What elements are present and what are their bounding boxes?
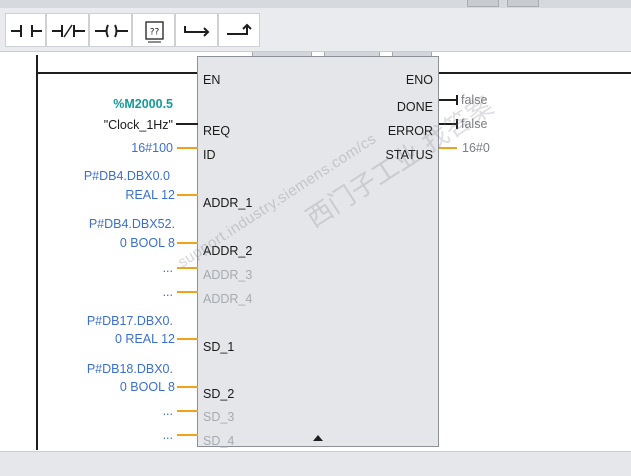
bottom-status-bar: [0, 451, 631, 476]
normally-open-contact-button[interactable]: [5, 13, 46, 47]
pin-en: EN: [203, 73, 221, 87]
open-branch-button[interactable]: [175, 13, 218, 47]
id-wire: [177, 147, 198, 149]
status-value[interactable]: 16#0: [462, 141, 490, 155]
sd-1-wire: [177, 338, 198, 340]
scroll-down-nub[interactable]: [507, 0, 539, 7]
addr-1-wire: [177, 194, 198, 196]
ladder-network-area[interactable]: EN REQ ID ADDR_1 ADDR_2 ADDR_3 ADDR_4 SD…: [0, 52, 631, 450]
expand-block-icon[interactable]: [313, 435, 323, 441]
sd-4-wire: [177, 434, 198, 436]
sd-2-operand-line-2[interactable]: 0 BOOL 8: [120, 380, 175, 394]
sd-4-operand[interactable]: ...: [163, 428, 173, 442]
pin-addr-1: ADDR_1: [203, 196, 253, 210]
pin-sd-1: SD_1: [203, 340, 235, 354]
eno-wire: [439, 72, 631, 74]
addr-2-operand-line-1[interactable]: P#DB4.DBX52.: [89, 217, 175, 231]
req-operand-name[interactable]: "Clock_1Hz": [104, 118, 173, 132]
scroll-up-nub[interactable]: [467, 0, 499, 7]
output-coil-icon: [95, 24, 128, 38]
pin-done: DONE: [396, 100, 433, 114]
normally-open-contact-icon: [11, 25, 42, 37]
normally-closed-contact-button[interactable]: [46, 13, 89, 47]
pin-addr-4: ADDR_4: [203, 292, 253, 306]
pin-sd-4: SD_4: [203, 434, 235, 448]
addr-1-operand-line-1[interactable]: P#DB4.DBX0.0: [84, 169, 170, 183]
req-wire: [176, 123, 198, 125]
id-operand[interactable]: 16#100: [131, 141, 173, 155]
pin-req: REQ: [203, 124, 231, 138]
addr-3-operand[interactable]: ...: [163, 261, 173, 275]
pin-addr-3: ADDR_3: [203, 268, 253, 282]
empty-box-button[interactable]: ??: [132, 13, 175, 47]
pin-id: ID: [203, 148, 216, 162]
sd-1-operand-line-1[interactable]: P#DB17.DBX0.: [87, 314, 173, 328]
open-branch-icon: [184, 26, 210, 37]
sd-3-wire: [177, 410, 198, 412]
addr-1-operand-line-2[interactable]: REAL 12: [125, 188, 175, 202]
empty-box-icon: ??: [145, 21, 164, 43]
addr-2-operand-line-2[interactable]: 0 BOOL 8: [120, 236, 175, 250]
req-operand-address[interactable]: %M2000.5: [113, 97, 173, 111]
sd-2-operand-line-1[interactable]: P#DB18.DBX0.: [87, 362, 173, 376]
output-coil-button[interactable]: [89, 13, 132, 47]
sd-1-operand-line-2[interactable]: 0 REAL 12: [115, 332, 175, 346]
sd-3-operand[interactable]: ...: [163, 404, 173, 418]
svg-text:??: ??: [150, 28, 160, 38]
close-branch-button[interactable]: [218, 13, 260, 47]
addr-4-operand[interactable]: ...: [163, 285, 173, 299]
function-block-box[interactable]: EN REQ ID ADDR_1 ADDR_2 ADDR_3 ADDR_4 SD…: [197, 56, 439, 448]
pin-sd-3: SD_3: [203, 410, 235, 424]
ladder-toolbar: ??: [0, 8, 631, 52]
close-branch-icon: [227, 23, 252, 35]
en-power-wire: [37, 72, 198, 74]
normally-closed-contact-icon: [52, 24, 85, 38]
addr-4-wire: [177, 291, 198, 293]
pin-sd-2: SD_2: [203, 387, 235, 401]
sd-2-wire: [177, 386, 198, 388]
pin-eno: ENO: [405, 73, 433, 87]
left-power-rail: [36, 55, 38, 450]
